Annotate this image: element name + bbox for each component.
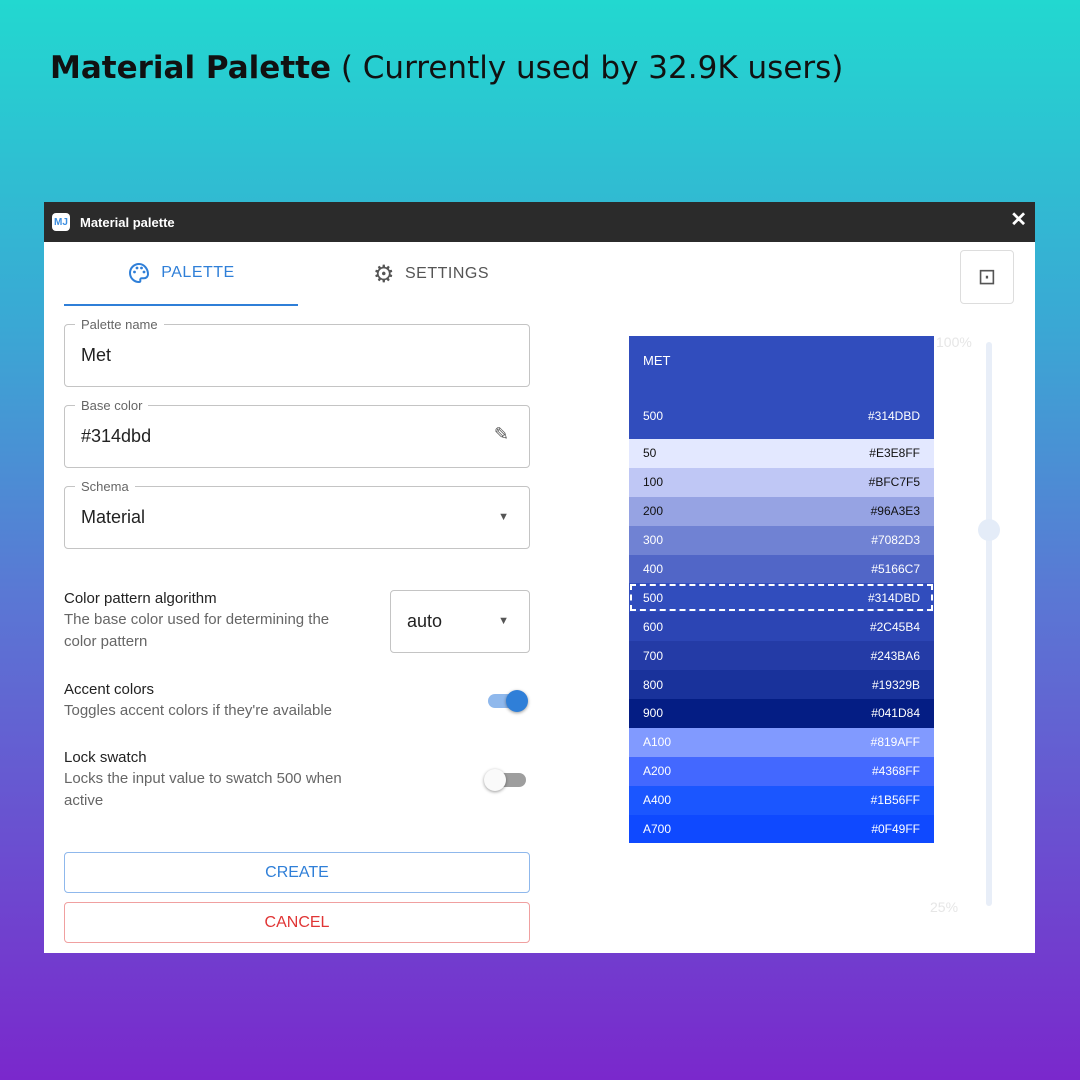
palette-header: MET 500 #314DBD [629,336,934,439]
tab-palette[interactable]: PALETTE [64,242,298,306]
base-color-label: Base color [75,398,149,413]
palette-title: MET [643,353,671,368]
headline-bold: Material Palette [50,50,331,86]
zoom-max-label: 100% [936,334,972,350]
algorithm-title: Color pattern algorithm [64,590,217,607]
swatch-row[interactable]: 200 #96A3E3 [629,496,934,526]
swatch-hex: #2C45B4 [869,619,920,634]
swatch-hex: #19329B [871,677,920,692]
app-logo-icon: MJ [52,213,70,231]
swatch-hex: #BFC7F5 [868,475,920,490]
swatch-shade: 100 [643,475,664,490]
swatch-hex: #E3E8FF [869,446,920,461]
headline-rest: ( Currently used by 32.9K users) [330,50,844,86]
palette-icon [129,262,150,284]
swatch-row[interactable]: A400 #1B56FF [629,785,934,815]
palette-name-field[interactable]: Palette name Met [64,317,530,387]
palette-main-shade: 500 [643,409,664,423]
algorithm-option: Color pattern algorithm The base color u… [64,590,364,653]
zoom-min-label: 25% [930,899,959,915]
swatch-hex: #819AFF [870,735,920,750]
swatch-shade: A700 [643,822,672,837]
chevron-down-icon: ▼ [498,511,509,523]
swatch-row[interactable]: 700 #243BA6 [629,641,934,671]
cancel-button[interactable]: CANCEL [64,902,530,943]
accent-title: Accent colors [64,681,155,698]
create-button[interactable]: CREATE [64,852,530,893]
swatch-row[interactable]: 50 #E3E8FF [629,439,934,468]
capture-icon: ⊡ [977,264,997,289]
swatch-shade: 400 [643,562,664,576]
app-window: MJ Material palette ✕ PALETTE ⚙ SETTINGS… [44,202,1035,953]
eyedropper-icon[interactable]: ✎ [494,424,509,445]
close-icon[interactable]: ✕ [1010,210,1027,230]
swatch-row[interactable]: A200 #4368FF [629,756,934,786]
swatch-shade: 300 [643,533,664,548]
swatch-hex: #0F49FF [871,822,920,837]
accent-desc: Toggles accent colors if they're availab… [64,702,333,719]
swatch-row[interactable]: 600 #2C45B4 [629,612,934,642]
swatch-shade: A100 [643,735,672,750]
chevron-down-icon: ▼ [498,615,509,627]
swatch-row[interactable]: 500 #314DBD [629,583,934,613]
algorithm-select[interactable]: auto ▼ [390,590,530,653]
zoom-slider[interactable] [978,342,1000,906]
schema-value: Material [81,507,146,527]
algorithm-value: auto [407,611,443,631]
swatch-shade: 800 [643,677,664,692]
swatch-row[interactable]: 800 #19329B [629,670,934,700]
lock-option: Lock swatch Locks the input value to swa… [64,749,384,812]
swatch-shade: A400 [643,793,672,808]
swatch-hex: #041D84 [871,706,920,721]
palette-main-hex: #314DBD [867,409,920,423]
swatch-hex: #4368FF [871,764,920,779]
window-title: Material palette [80,214,175,230]
tab-palette-label: PALETTE [161,264,235,281]
swatch-shade: 200 [643,504,664,519]
swatch-shade: 500 [643,590,664,605]
swatch-row[interactable]: A100 #819AFF [629,727,934,757]
swatch-hex: #243BA6 [870,648,920,663]
zoom-slider-thumb[interactable] [978,519,1000,541]
lock-title: Lock swatch [64,749,147,766]
gear-icon: ⚙ [372,260,395,288]
algorithm-desc: The base color used for determining the … [64,611,330,650]
palette-preview: MET 500 #314DBD 50 #E3E8FF 100 #BFC7F5 200 #9… [629,336,934,844]
lock-desc: Locks the input value to swatch 500 when… [64,770,342,809]
palette-name-label: Palette name [75,317,164,332]
headline: Material Palette ( Currently used by 32.… [50,50,843,86]
schema-label: Schema [75,479,135,494]
palette-name-value: Met [81,345,112,365]
swatch-row[interactable]: 900 #041D84 [629,699,934,728]
lock-toggle[interactable] [484,769,526,791]
tab-settings-label: SETTINGS [405,265,490,282]
base-color-field[interactable]: Base color #314dbd ✎ [64,398,530,468]
tab-settings[interactable]: ⚙ SETTINGS [314,242,548,306]
swatch-shade: 900 [643,706,664,721]
base-color-value: #314dbd [81,426,152,446]
accent-option: Accent colors Toggles accent colors if t… [64,681,332,722]
swatch-hex: #1B56FF [870,793,920,808]
swatch-row[interactable]: 300 #7082D3 [629,525,934,555]
swatch-hex: #5166C7 [871,562,920,576]
swatch-shade: 700 [643,648,664,663]
title-bar: MJ Material palette ✕ [44,202,1035,242]
swatch-hex: #7082D3 [871,533,920,548]
swatch-hex: #96A3E3 [870,504,920,519]
swatch-hex: #314DBD [867,590,920,605]
swatch-row[interactable]: 400 #5166C7 [629,554,934,584]
swatch-row[interactable]: 100 #BFC7F5 [629,467,934,497]
swatch-row[interactable]: A700 #0F49FF [629,814,934,844]
swatch-shade: 50 [643,446,657,461]
accent-toggle[interactable] [488,690,528,712]
swatch-shade: 600 [643,619,664,634]
swatch-shade: A200 [643,764,672,779]
schema-select[interactable]: Schema Material ▼ [64,479,530,549]
screenshot-button[interactable]: ⊡ [960,250,1014,304]
